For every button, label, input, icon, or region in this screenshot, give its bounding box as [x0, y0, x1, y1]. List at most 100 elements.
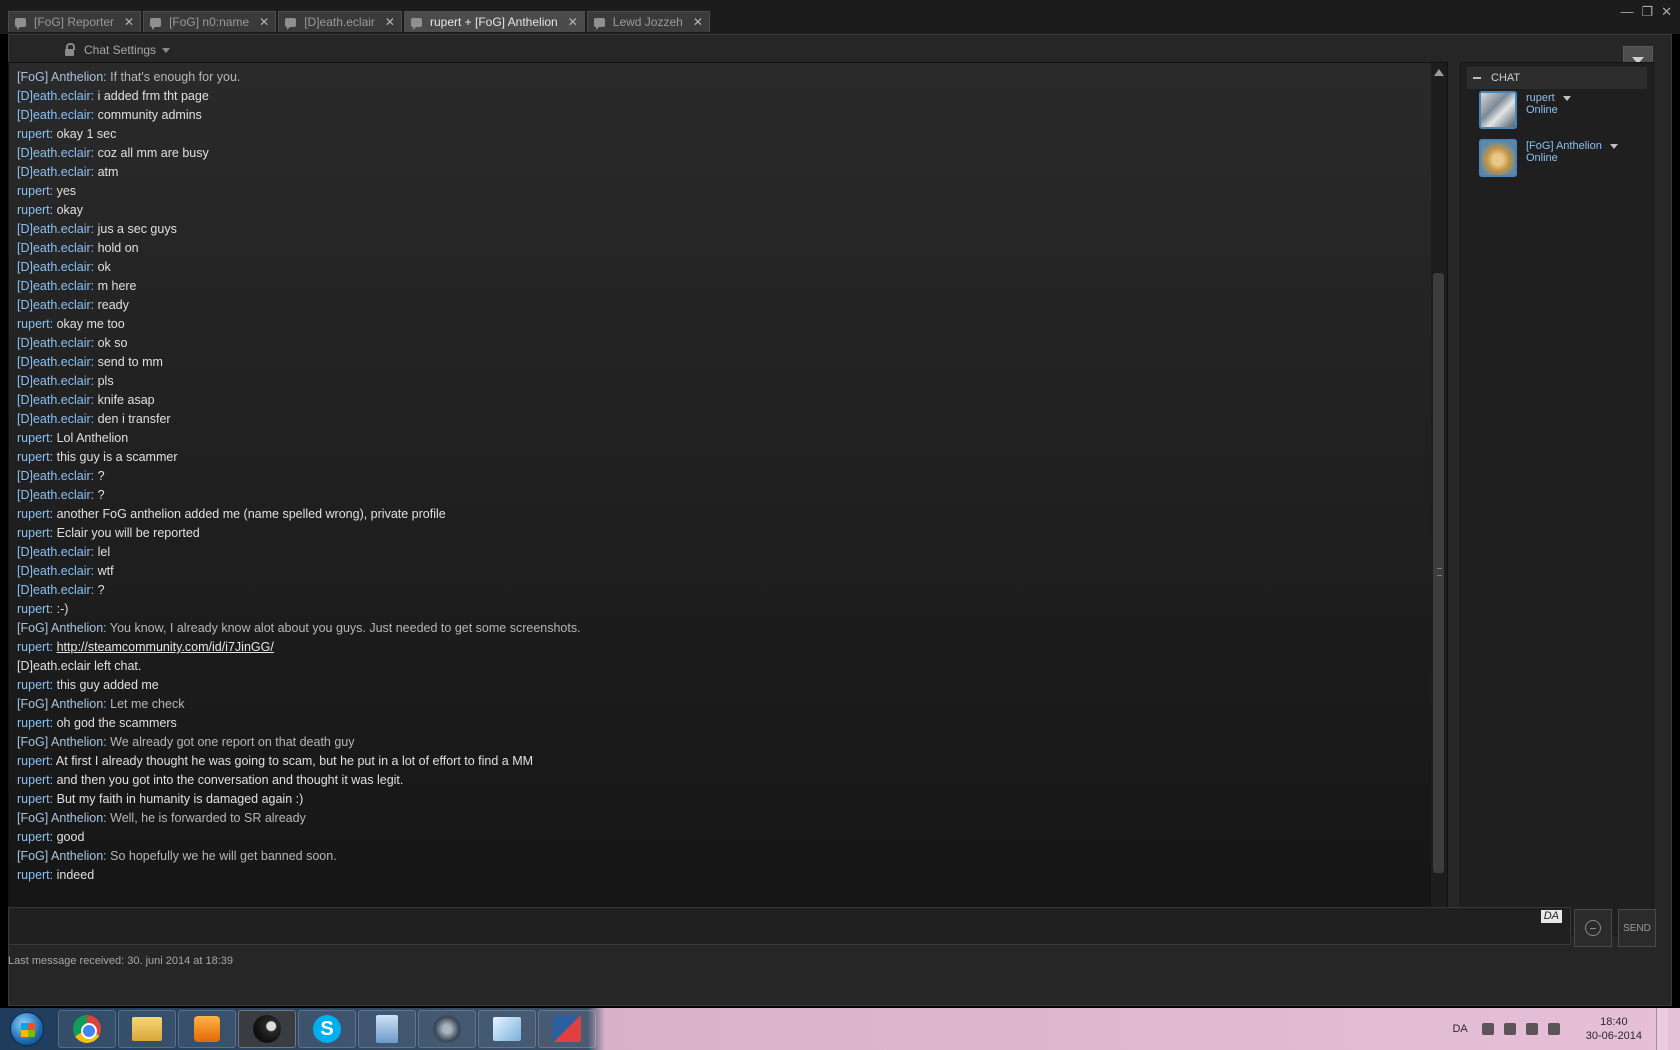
message-author[interactable]: [FoG] Anthelion: [17, 811, 103, 825]
chat-message: rupert: good: [17, 828, 1427, 847]
tab-lewd-jozzeh[interactable]: Lewd Jozzeh ✕: [586, 11, 710, 32]
message-text: ok: [97, 260, 111, 274]
chat-message: [D]eath.eclair: ok so: [17, 334, 1427, 353]
message-author[interactable]: [D]eath.eclair: [17, 108, 91, 122]
taskbar-clock[interactable]: 18:40 30-06-2014: [1586, 1015, 1642, 1043]
show-hidden-icons-icon[interactable]: [1481, 1023, 1494, 1035]
taskbar-chrome[interactable]: [58, 1010, 116, 1048]
author-separator: :: [90, 279, 98, 293]
message-author[interactable]: rupert: [17, 127, 50, 141]
message-author[interactable]: [D]eath.eclair: [17, 298, 91, 312]
emoticon-button[interactable]: [1574, 909, 1612, 947]
message-author[interactable]: [D]eath.eclair: [17, 222, 91, 236]
message-author[interactable]: [D]eath.eclair: [17, 89, 91, 103]
message-author[interactable]: [FoG] Anthelion: [17, 621, 103, 635]
avatar[interactable]: [1479, 139, 1517, 177]
chevron-down-icon[interactable]: [1562, 95, 1571, 101]
chat-message: [D]eath.eclair: m here: [17, 277, 1427, 296]
message-author[interactable]: [D]eath.eclair: [17, 393, 91, 407]
message-author[interactable]: [D]eath.eclair: [17, 165, 91, 179]
taskbar-steam[interactable]: [238, 1010, 296, 1048]
message-author[interactable]: [D]eath.eclair: [17, 374, 91, 388]
message-text: coz all mm are busy: [97, 146, 209, 160]
message-author[interactable]: rupert: [17, 830, 50, 844]
volume-icon[interactable]: [1547, 1023, 1560, 1035]
message-author[interactable]: rupert: [17, 602, 50, 616]
message-author[interactable]: [FoG] Anthelion: [17, 70, 103, 84]
message-author[interactable]: rupert: [17, 203, 50, 217]
message-author[interactable]: rupert: [17, 450, 50, 464]
message-author[interactable]: [D]eath.eclair: [17, 469, 91, 483]
close-icon[interactable]: ✕: [259, 15, 269, 29]
send-button[interactable]: SEND: [1618, 909, 1656, 947]
taskbar-notepad[interactable]: [478, 1010, 536, 1048]
chat-scrollbar[interactable]: [1431, 63, 1447, 935]
restore-icon[interactable]: ❐: [1641, 4, 1653, 20]
message-author[interactable]: rupert: [17, 773, 50, 787]
taskbar-media-player[interactable]: [178, 1010, 236, 1048]
close-icon[interactable]: ✕: [568, 15, 578, 29]
message-author[interactable]: rupert: [17, 526, 50, 540]
message-author[interactable]: [D]eath.eclair: [17, 564, 91, 578]
close-icon[interactable]: ✕: [693, 15, 703, 29]
chat-bubble-icon: [285, 17, 297, 30]
tab-death-eclair[interactable]: [D]eath.eclair ✕: [278, 11, 402, 32]
message-text: atm: [97, 165, 119, 179]
taskbar-explorer[interactable]: [118, 1010, 176, 1048]
taskbar-calculator[interactable]: [358, 1010, 416, 1048]
action-center-flag-icon[interactable]: [1503, 1023, 1516, 1035]
message-author[interactable]: rupert: [17, 792, 50, 806]
message-author[interactable]: [D]eath.eclair: [17, 545, 91, 559]
chevron-down-icon[interactable]: [1609, 143, 1618, 149]
minimize-icon[interactable]: —: [1620, 4, 1633, 20]
message-author[interactable]: rupert: [17, 754, 50, 768]
message-author[interactable]: rupert: [17, 317, 50, 331]
close-window-icon[interactable]: ✕: [1661, 4, 1672, 20]
message-author[interactable]: [D]eath.eclair: [17, 260, 91, 274]
message-author[interactable]: rupert: [17, 868, 50, 882]
message-link[interactable]: http://steamcommunity.com/id/i7JinGG/: [57, 640, 274, 654]
close-icon[interactable]: ✕: [385, 15, 395, 29]
message-author[interactable]: [D]eath.eclair: [17, 336, 91, 350]
member-fog-anthelion[interactable]: [FoG] Anthelion Online: [1479, 139, 1618, 177]
taskbar-teamspeak[interactable]: [418, 1010, 476, 1048]
scrollbar-thumb[interactable]: [1433, 273, 1444, 873]
message-author[interactable]: [FoG] Anthelion: [17, 849, 103, 863]
chrome-icon: [73, 1015, 101, 1043]
message-author[interactable]: [D]eath.eclair: [17, 355, 91, 369]
message-author[interactable]: rupert: [17, 716, 50, 730]
member-rupert[interactable]: rupert Online: [1479, 91, 1571, 129]
message-text: wtf: [97, 564, 114, 578]
message-author[interactable]: rupert: [17, 678, 50, 692]
taskbar-snipping-tool[interactable]: [538, 1010, 596, 1048]
message-author[interactable]: [FoG] Anthelion: [17, 697, 103, 711]
avatar[interactable]: [1479, 91, 1517, 129]
start-button[interactable]: [5, 1010, 49, 1048]
message-author[interactable]: rupert: [17, 507, 50, 521]
system-message: [D]eath.eclair left chat.: [17, 657, 1427, 676]
message-author[interactable]: [D]eath.eclair: [17, 279, 91, 293]
message-author[interactable]: [D]eath.eclair: [17, 146, 91, 160]
message-author[interactable]: rupert: [17, 184, 50, 198]
tab-fog-n0name[interactable]: [FoG] n0:name ✕: [143, 11, 277, 32]
tab-rupert-anthelion[interactable]: rupert + [FoG] Anthelion ✕: [403, 11, 585, 32]
language-indicator[interactable]: DA: [1452, 1023, 1467, 1035]
message-author[interactable]: [FoG] Anthelion: [17, 735, 103, 749]
show-desktop-button[interactable]: [1656, 1008, 1668, 1050]
message-author[interactable]: [D]eath.eclair: [17, 412, 91, 426]
message-author[interactable]: rupert: [17, 640, 50, 654]
message-author[interactable]: [D]eath.eclair: [17, 583, 91, 597]
network-icon[interactable]: [1525, 1023, 1538, 1035]
message-author[interactable]: [D]eath.eclair: [17, 488, 91, 502]
members-header[interactable]: CHAT: [1467, 67, 1647, 89]
author-separator: :: [49, 203, 57, 217]
chat-settings-menu[interactable]: Chat Settings: [65, 42, 171, 57]
message-author[interactable]: rupert: [17, 431, 50, 445]
taskbar-skype[interactable]: S: [298, 1010, 356, 1048]
scroll-up-icon[interactable]: [1434, 69, 1444, 76]
chat-message: rupert: oh god the scammers: [17, 714, 1427, 733]
tab-fog-reporter[interactable]: [FoG] Reporter ✕: [8, 11, 142, 32]
message-input[interactable]: DA: [8, 907, 1571, 945]
close-icon[interactable]: ✕: [124, 15, 134, 29]
message-author[interactable]: [D]eath.eclair: [17, 241, 91, 255]
